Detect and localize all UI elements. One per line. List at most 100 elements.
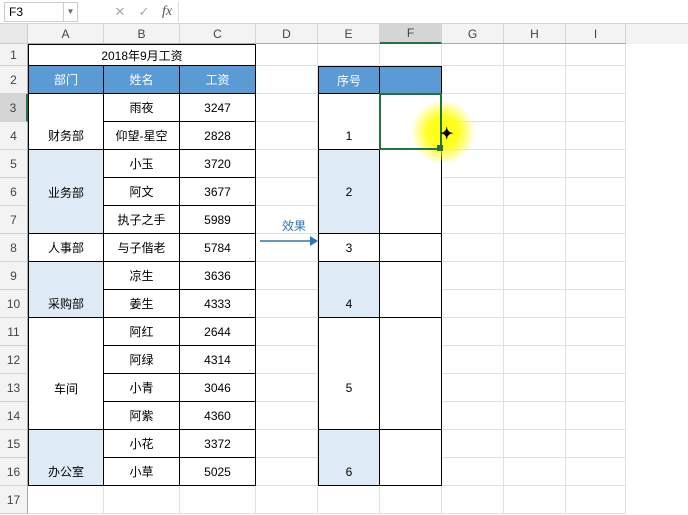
- seq-cell[interactable]: 3: [318, 234, 380, 262]
- cell[interactable]: [504, 318, 566, 346]
- seq-cell[interactable]: [318, 318, 380, 346]
- cell[interactable]: [256, 430, 318, 458]
- cell[interactable]: [256, 122, 318, 150]
- cell[interactable]: [256, 44, 318, 66]
- dept-shop[interactable]: 车间: [28, 374, 104, 402]
- row-header-7[interactable]: 7: [0, 206, 28, 234]
- seq-cell[interactable]: 4: [318, 290, 380, 318]
- cell[interactable]: [566, 262, 626, 290]
- cell[interactable]: [256, 178, 318, 206]
- dept-biz[interactable]: 业务部: [28, 178, 104, 206]
- title-cell[interactable]: 2018年9月工资: [28, 44, 256, 66]
- table-cell[interactable]: 2828: [180, 122, 256, 150]
- fx-icon[interactable]: fx: [162, 4, 172, 20]
- cell[interactable]: [380, 318, 442, 346]
- col-header-a[interactable]: A: [28, 24, 104, 44]
- cell[interactable]: [180, 486, 256, 514]
- cell[interactable]: [566, 66, 626, 94]
- cell[interactable]: [380, 430, 442, 458]
- row-header-8[interactable]: 8: [0, 234, 28, 262]
- cell[interactable]: [380, 178, 442, 206]
- row-header-10[interactable]: 10: [0, 290, 28, 318]
- cell[interactable]: [442, 262, 504, 290]
- cell[interactable]: [566, 318, 626, 346]
- table-cell[interactable]: 4360: [180, 402, 256, 430]
- table-cell[interactable]: 与子偕老: [104, 234, 180, 262]
- cell[interactable]: [566, 94, 626, 122]
- cell[interactable]: [442, 290, 504, 318]
- row-header-4[interactable]: 4: [0, 122, 28, 150]
- cell[interactable]: [504, 66, 566, 94]
- cell[interactable]: [442, 66, 504, 94]
- table-cell[interactable]: 凉生: [104, 262, 180, 290]
- cell[interactable]: [566, 178, 626, 206]
- cell[interactable]: [318, 44, 380, 66]
- row-header-3[interactable]: 3: [0, 94, 28, 122]
- table-cell[interactable]: 执子之手: [104, 206, 180, 234]
- cell[interactable]: [380, 206, 442, 234]
- cell[interactable]: [256, 402, 318, 430]
- cell[interactable]: [442, 374, 504, 402]
- cell[interactable]: [504, 178, 566, 206]
- row-header-11[interactable]: 11: [0, 318, 28, 346]
- col-header-i[interactable]: I: [566, 24, 626, 44]
- cell[interactable]: [380, 150, 442, 178]
- cell[interactable]: [504, 94, 566, 122]
- dept-pur[interactable]: [28, 262, 104, 290]
- table-cell[interactable]: 3247: [180, 94, 256, 122]
- name-box-dropdown[interactable]: ▼: [64, 2, 78, 22]
- table-cell[interactable]: 姜生: [104, 290, 180, 318]
- cell[interactable]: [442, 206, 504, 234]
- cell[interactable]: [504, 458, 566, 486]
- cell[interactable]: [504, 290, 566, 318]
- table-cell[interactable]: 小玉: [104, 150, 180, 178]
- cell[interactable]: [504, 402, 566, 430]
- header-salary[interactable]: 工资: [180, 66, 256, 94]
- table-cell[interactable]: 3372: [180, 430, 256, 458]
- cell[interactable]: [566, 430, 626, 458]
- dept-hr[interactable]: 人事部: [28, 234, 104, 262]
- dept-pur[interactable]: 采购部: [28, 290, 104, 318]
- dept-shop[interactable]: [28, 402, 104, 430]
- cell[interactable]: [256, 374, 318, 402]
- table-cell[interactable]: 阿绿: [104, 346, 180, 374]
- table-cell[interactable]: 5784: [180, 234, 256, 262]
- cell[interactable]: [256, 346, 318, 374]
- cell[interactable]: [566, 486, 626, 514]
- cell[interactable]: [442, 486, 504, 514]
- cell[interactable]: [504, 206, 566, 234]
- row-header-5[interactable]: 5: [0, 150, 28, 178]
- cell[interactable]: [566, 234, 626, 262]
- cell[interactable]: [380, 122, 442, 150]
- seq-cell[interactable]: [318, 346, 380, 374]
- dept-biz[interactable]: [28, 206, 104, 234]
- cell[interactable]: [504, 374, 566, 402]
- row-header-14[interactable]: 14: [0, 402, 28, 430]
- cell[interactable]: [566, 206, 626, 234]
- col-header-g[interactable]: G: [442, 24, 504, 44]
- table-cell[interactable]: 仰望-星空: [104, 122, 180, 150]
- formula-input[interactable]: [178, 2, 688, 22]
- table-cell[interactable]: 阿文: [104, 178, 180, 206]
- row-header-9[interactable]: 9: [0, 262, 28, 290]
- cell[interactable]: [504, 150, 566, 178]
- cell[interactable]: [504, 486, 566, 514]
- cell[interactable]: [442, 318, 504, 346]
- seq-cell[interactable]: [318, 430, 380, 458]
- header-seq[interactable]: 序号: [318, 66, 380, 94]
- seq-cell[interactable]: 5: [318, 374, 380, 402]
- spreadsheet-grid[interactable]: A B C D E F G H I 1 2018年9月工资 2 部门 姓名 工资…: [0, 24, 688, 514]
- seq-cell[interactable]: 6: [318, 458, 380, 486]
- table-cell[interactable]: 3046: [180, 374, 256, 402]
- cell[interactable]: [442, 458, 504, 486]
- cell[interactable]: [442, 234, 504, 262]
- dept-fin[interactable]: [28, 94, 104, 122]
- header-blank[interactable]: [380, 66, 442, 94]
- cell[interactable]: [256, 290, 318, 318]
- table-cell[interactable]: 3677: [180, 178, 256, 206]
- cell[interactable]: [504, 430, 566, 458]
- cell[interactable]: [28, 486, 104, 514]
- col-header-c[interactable]: C: [180, 24, 256, 44]
- table-cell[interactable]: 雨夜: [104, 94, 180, 122]
- table-cell[interactable]: 5989: [180, 206, 256, 234]
